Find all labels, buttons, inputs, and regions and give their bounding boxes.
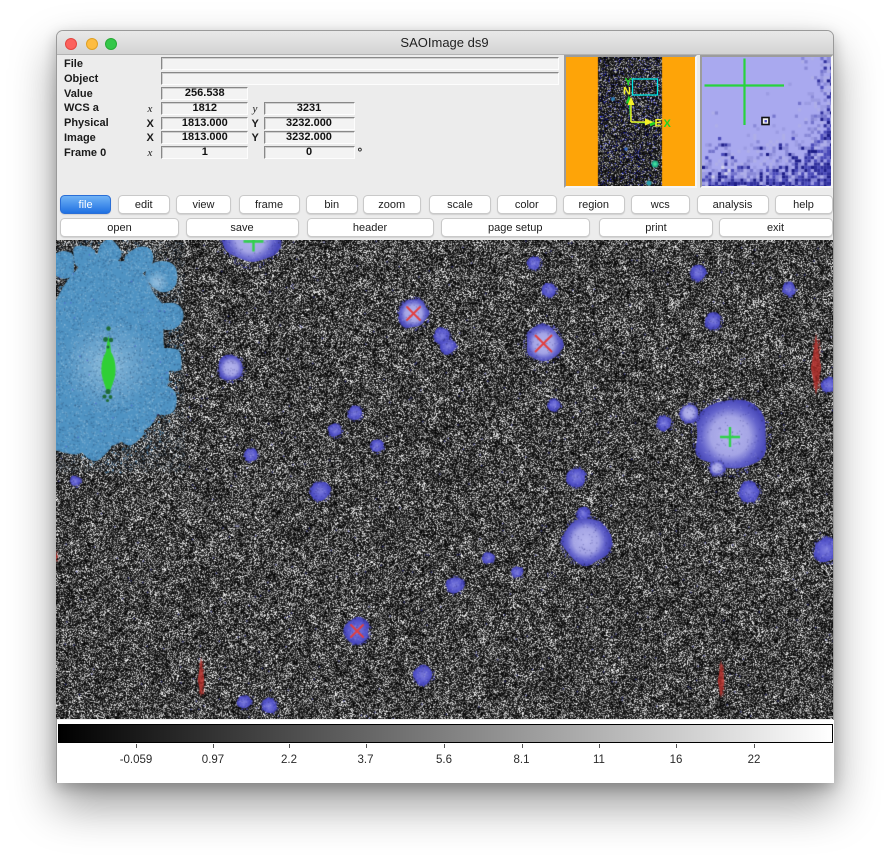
svg-text:E: E	[654, 118, 661, 130]
svg-text:X: X	[663, 118, 671, 130]
svg-text:N: N	[623, 86, 631, 98]
